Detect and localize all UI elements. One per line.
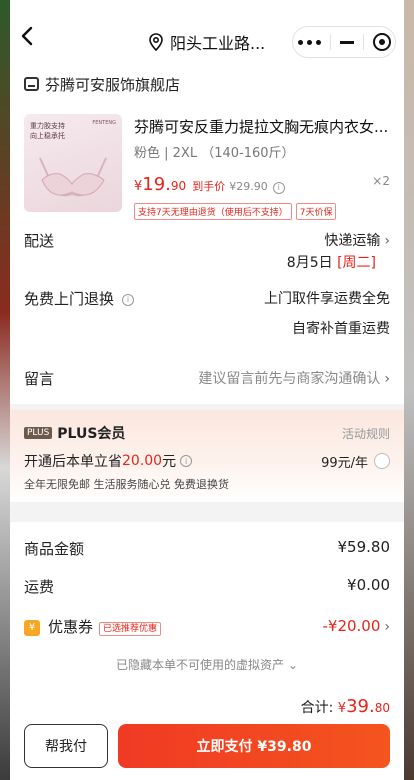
plus-price: 99元/年 (321, 455, 368, 471)
location-selector[interactable]: 阳头工业路... (148, 30, 265, 54)
delivery-value: 快递运输 › 8月5日 [周二] (287, 230, 390, 274)
chevron-down-icon: ⌄ (284, 658, 298, 672)
shipping-row: 运费 ¥0.00 (24, 576, 390, 597)
shop-row[interactable]: 芬腾可安服饰旗舰店 (24, 62, 390, 102)
price-symbol: ¥ (134, 179, 143, 194)
minimize-icon[interactable] (339, 40, 354, 44)
plus-radio-button[interactable] (374, 453, 390, 469)
capsule-divider (362, 34, 364, 50)
goods-amount-row: 商品金额 ¥59.80 (24, 538, 390, 559)
plus-badge: PLUS (24, 427, 53, 439)
capsule-divider (329, 34, 331, 50)
chevron-right-icon: › (384, 619, 390, 635)
return-line-2: 自寄补首重运费 (292, 321, 390, 337)
total-decimal: 80 (374, 701, 390, 715)
delivery-date: 8月5日 (286, 255, 333, 271)
delivery-label: 配送 (24, 232, 55, 250)
product-sku[interactable]: 粉色 | 2XL （140-160斤） (134, 142, 390, 161)
free-return-label-wrap: 免费上门退换 i (24, 288, 135, 340)
free-return-row[interactable]: 免费上门退换 i 上门取件享运费全免 自寄补首重运费 (24, 288, 390, 340)
back-arrow-icon[interactable] (18, 26, 38, 46)
help-me-pay-button[interactable]: 帮我付 (24, 724, 108, 768)
message-row[interactable]: 留言 建议留言前先与商家沟通确认 › (24, 368, 390, 390)
plus-save-suffix: 元 (162, 454, 177, 470)
price-row: ¥ 19. 90 到手价 ¥29.90 i ×2 (134, 174, 390, 195)
shipping-label: 运费 (24, 578, 55, 596)
header-bar: 阳头工业路... (10, 0, 404, 62)
background-left-strip (0, 0, 10, 780)
location-pin-icon (149, 33, 163, 51)
price-info-icon[interactable]: i (272, 181, 285, 194)
coupon-label: 优惠券 (48, 618, 94, 636)
bottom-action-bar: 帮我付 立即支付 ¥39.80 (10, 714, 404, 780)
plus-membership-card: PLUS PLUS会员 活动规则 开通后本单立省 20.00 元 i 99元/年… (10, 410, 404, 502)
message-placeholder: 建议留言前先与商家沟通确认 (198, 371, 381, 387)
return-line-1: 上门取件享运费全免 (264, 291, 390, 307)
thumbnail-brand: FENTENG (92, 120, 116, 126)
bra-image (39, 157, 107, 197)
mini-program-capsule (292, 26, 396, 58)
pay-now-button[interactable]: 立即支付 ¥39.80 (118, 724, 390, 768)
return-info-icon[interactable]: i (122, 293, 135, 306)
product-item[interactable]: 重力胶支持 向上稳承托 FENTENG 芬腾可安反重力提拉文胸无痕内衣女... … (24, 114, 390, 220)
plus-title: PLUS会员 (57, 426, 126, 442)
amounts-card: 商品金额 ¥59.80 运费 ¥0.00 ¥ 优惠券 已选推荐优惠 -¥20.00 ›… (10, 522, 404, 722)
close-target-icon[interactable] (372, 33, 391, 51)
plus-perks: 全年无限免邮 生活服务随心兑 免费退换货 (24, 478, 229, 491)
background-right-strip (404, 0, 414, 780)
more-options-icon[interactable] (297, 39, 321, 45)
price-label: 到手价 (192, 180, 226, 193)
plus-offer-row[interactable]: 开通后本单立省 20.00 元 i 99元/年 (24, 450, 390, 472)
service-tags: 支持7天无理由退货（使用后不支持） 7天价保 (134, 203, 390, 220)
free-return-value: 上门取件享运费全免 自寄补首重运费 (264, 288, 390, 340)
checkout-sheet: 阳头工业路... 芬腾可安服饰旗舰店 重力胶支持 向上稳承托 FENTENG 芬… (10, 0, 404, 780)
hidden-assets-toggle[interactable]: 已隐藏本单不可使用的虚拟资产 ⌄ (10, 656, 404, 673)
coupon-value: -¥20.00 (322, 617, 381, 635)
shop-name: 芬腾可安服饰旗舰店 (45, 75, 181, 94)
shipping-value: ¥0.00 (347, 576, 390, 594)
plus-header: PLUS PLUS会员 活动规则 (24, 416, 390, 450)
location-text: 阳头工业路... (170, 34, 266, 53)
price-decimal: 90 (170, 179, 187, 193)
chevron-right-icon: › (384, 233, 390, 249)
coupon-row[interactable]: ¥ 优惠券 已选推荐优惠 -¥20.00 › (24, 616, 390, 637)
price-protect-tag: 7天价保 (295, 203, 337, 220)
quantity: ×2 (372, 174, 390, 188)
goods-amount-label: 商品金额 (24, 540, 85, 558)
price-integer: 19. (142, 174, 171, 195)
coupon-tag: 已选推荐优惠 (99, 622, 162, 636)
product-title: 芬腾可安反重力提拉文胸无痕内衣女... (134, 118, 389, 136)
plus-save-prefix: 开通后本单立省 (24, 454, 122, 470)
product-info: 芬腾可安反重力提拉文胸无痕内衣女... 粉色 | 2XL （140-160斤） … (134, 114, 390, 220)
hidden-assets-text: 已隐藏本单不可使用的虚拟资产 (116, 658, 285, 672)
order-details-card: 芬腾可安服饰旗舰店 重力胶支持 向上稳承托 FENTENG 芬腾可安反重力提拉文… (10, 62, 404, 404)
coupon-label-wrap: ¥ 优惠券 已选推荐优惠 (24, 616, 162, 637)
delivery-weekday: [周二] (337, 255, 376, 271)
message-label: 留言 (24, 370, 55, 388)
chevron-right-icon: › (384, 371, 390, 387)
free-return-label: 免费上门退换 (24, 290, 115, 308)
coupon-value-wrap: -¥20.00 › (322, 616, 390, 637)
plus-rules-link[interactable]: 活动规则 (342, 425, 390, 442)
shop-icon (24, 77, 39, 91)
product-thumbnail[interactable]: 重力胶支持 向上稳承托 FENTENG (24, 114, 122, 212)
plus-info-icon[interactable]: i (180, 455, 193, 467)
message-input[interactable]: 建议留言前先与商家沟通确认 › (198, 368, 390, 390)
delivery-method: 快递运输 (324, 233, 381, 249)
plus-save-amount: 20.00 (122, 453, 163, 469)
delivery-row[interactable]: 配送 快递运输 › 8月5日 [周二] (24, 230, 390, 274)
coupon-yen-icon: ¥ (24, 619, 40, 636)
thumbnail-tagline: 重力胶支持 向上稳承托 (30, 122, 65, 140)
original-price: ¥29.90 (229, 180, 268, 193)
return-policy-tag: 支持7天无理由退货（使用后不支持） (134, 203, 292, 220)
goods-amount-value: ¥59.80 (337, 538, 391, 556)
